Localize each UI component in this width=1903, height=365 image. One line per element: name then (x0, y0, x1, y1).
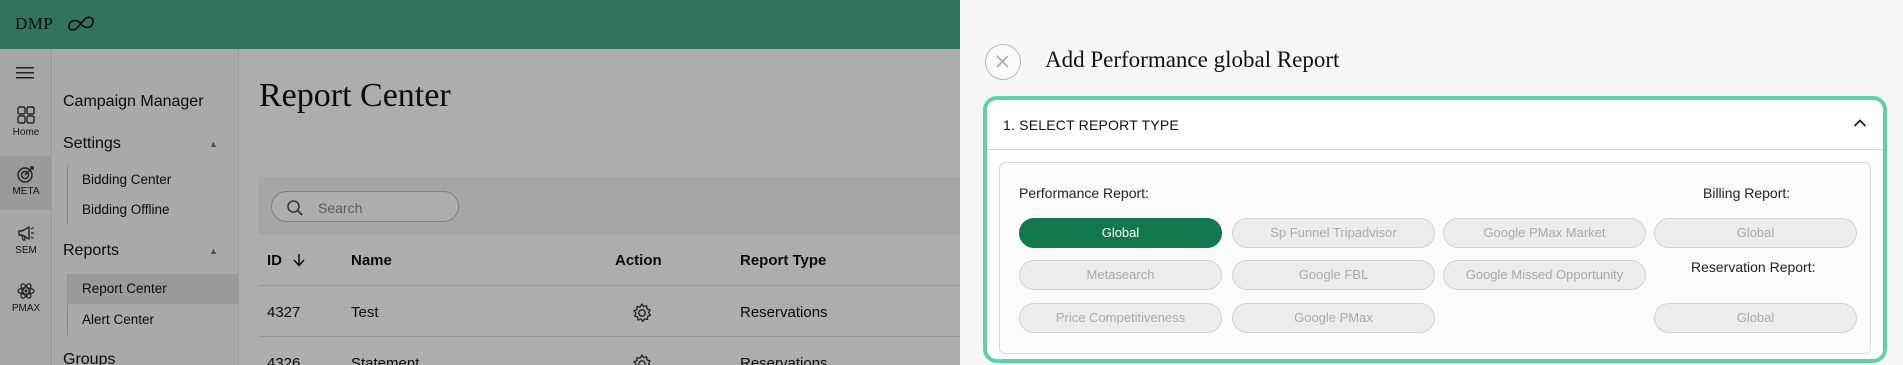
step-select-report-type: 1. SELECT REPORT TYPE Performance Report… (983, 96, 1887, 363)
option-global[interactable]: Global (1019, 218, 1222, 248)
option-billing-global[interactable]: Global (1654, 218, 1857, 248)
modal-backdrop[interactable] (0, 0, 960, 365)
option-google-pmax-market[interactable]: Google PMax Market (1443, 218, 1646, 248)
step-header[interactable]: 1. SELECT REPORT TYPE (987, 100, 1883, 150)
option-metasearch[interactable]: Metasearch (1019, 260, 1222, 290)
option-reservation-global[interactable]: Global (1654, 303, 1857, 333)
option-sp-funnel-tripadvisor[interactable]: Sp Funnel Tripadvisor (1232, 218, 1435, 248)
billing-report-label: Billing Report: (1703, 185, 1791, 201)
option-price-competitiveness[interactable]: Price Competitiveness (1019, 303, 1222, 333)
close-icon (996, 55, 1009, 68)
performance-report-label: Performance Report: (1019, 185, 1149, 201)
close-button[interactable] (985, 44, 1021, 80)
add-report-drawer: Add Performance global Report 1. SELECT … (960, 0, 1903, 365)
option-google-fbl[interactable]: Google FBL (1232, 260, 1435, 290)
option-google-missed-opportunity[interactable]: Google Missed Opportunity (1443, 260, 1646, 290)
background-app: DMP Home META SEM PMAX Campaign Manager … (0, 0, 960, 365)
drawer-title: Add Performance global Report (1045, 47, 1340, 72)
chevron-up-icon[interactable] (1853, 118, 1867, 128)
report-type-options: Performance Report: Billing Report: Rese… (999, 162, 1871, 354)
reservation-report-label: Reservation Report: (1691, 259, 1816, 275)
step-label: 1. SELECT REPORT TYPE (1003, 117, 1179, 133)
option-google-pmax[interactable]: Google PMax (1232, 303, 1435, 333)
